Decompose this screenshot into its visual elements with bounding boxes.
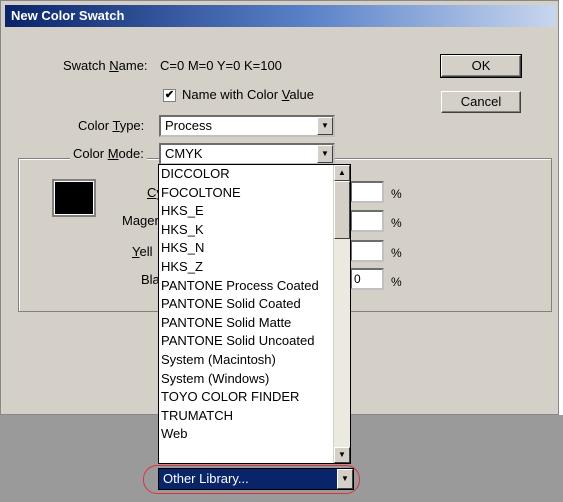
dropdown-option[interactable]: HKS_N — [159, 239, 350, 258]
scroll-down-icon[interactable]: ▼ — [334, 447, 350, 463]
dropdown-option[interactable]: FOCOLTONE — [159, 184, 350, 203]
scrollbar-thumb[interactable] — [334, 181, 350, 239]
cyan-field[interactable] — [350, 181, 384, 203]
dropdown-option[interactable]: TOYO COLOR FINDER — [159, 388, 350, 407]
dropdown-option[interactable]: PANTONE Solid Matte — [159, 314, 350, 333]
yellow-unit: % — [391, 246, 402, 260]
black-field[interactable]: 0 — [350, 268, 384, 290]
highlight-annotation-oval — [143, 465, 360, 494]
magenta-label: Mager — [122, 213, 159, 228]
dropdown-option[interactable]: HKS_K — [159, 221, 350, 240]
dropdown-options: DICCOLOR FOCOLTONE HKS_E HKS_K HKS_N HKS_Z PAN… — [159, 165, 350, 444]
swatch-name-label: Swatch Name: — [63, 58, 148, 73]
dropdown-option[interactable]: System (Windows) — [159, 370, 350, 389]
color-type-select[interactable]: Process ▼ — [159, 115, 335, 137]
swatch-name-value: C=0 M=0 Y=0 K=100 — [160, 58, 282, 73]
dropdown-option[interactable]: HKS_E — [159, 202, 350, 221]
dropdown-option[interactable]: Web — [159, 425, 350, 444]
dropdown-option[interactable]: PANTONE Solid Uncoated — [159, 332, 350, 351]
yellow-label: Yell — [132, 244, 153, 259]
yellow-field[interactable] — [350, 240, 384, 262]
black-label: Bla — [141, 272, 160, 287]
color-preview-swatch — [52, 179, 96, 217]
window-title: New Color Swatch — [5, 5, 556, 27]
dropdown-option[interactable]: HKS_Z — [159, 258, 350, 277]
cancel-button[interactable]: Cancel — [441, 91, 521, 113]
name-with-color-value-checkbox[interactable]: ✔ — [163, 89, 176, 102]
scroll-up-icon[interactable]: ▲ — [334, 165, 350, 181]
dropdown-option[interactable]: PANTONE Process Coated — [159, 277, 350, 296]
color-mode-label: Color Mode: — [70, 146, 147, 161]
color-mode-value: CMYK — [165, 146, 203, 161]
checkmark-icon: ✔ — [164, 89, 175, 101]
dropdown-option[interactable]: TRUMATCH — [159, 407, 350, 426]
color-mode-select[interactable]: CMYK ▼ — [159, 143, 335, 165]
dropdown-option[interactable]: System (Macintosh) — [159, 351, 350, 370]
dropdown-option[interactable]: DICCOLOR — [159, 165, 350, 184]
ok-button[interactable]: OK — [440, 54, 522, 78]
color-type-label: Color Type: — [78, 118, 145, 133]
dropdown-option[interactable]: PANTONE Solid Coated — [159, 295, 350, 314]
magenta-field[interactable] — [350, 210, 384, 232]
name-with-color-value-label: Name with Color Value — [182, 87, 314, 102]
chevron-down-icon[interactable]: ▼ — [317, 145, 333, 163]
black-unit: % — [391, 275, 402, 289]
chevron-down-icon[interactable]: ▼ — [317, 117, 333, 135]
color-library-dropdown-list[interactable]: DICCOLOR FOCOLTONE HKS_E HKS_K HKS_N HKS_Z PAN… — [158, 164, 351, 464]
magenta-unit: % — [391, 216, 402, 230]
dropdown-scrollbar[interactable]: ▲ ▼ — [333, 165, 350, 463]
color-type-value: Process — [165, 118, 212, 133]
cyan-unit: % — [391, 187, 402, 201]
